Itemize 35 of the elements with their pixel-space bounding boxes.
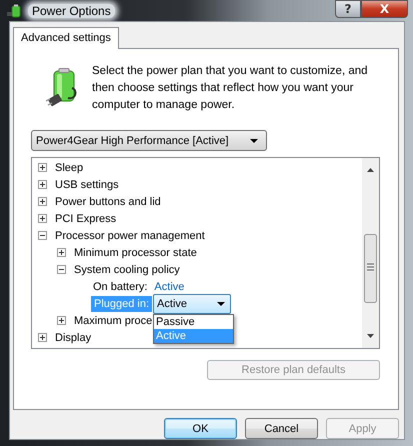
setting-dropdown[interactable]: Active [153, 294, 232, 314]
help-button[interactable]: ? [335, 0, 361, 18]
setting-label: Plugged in: [91, 296, 152, 312]
instruction-text: Select the power plan that you want to customize, and then choose settings that reflect how you want your computer to manage power. [92, 64, 369, 113]
collapse-icon[interactable] [57, 265, 66, 274]
tree-item[interactable]: Minimum processor state [74, 246, 200, 260]
collapse-icon[interactable] [38, 231, 47, 240]
tree-item[interactable]: Sleep [55, 160, 86, 174]
scrollbar[interactable] [362, 158, 379, 348]
window-title: Power Options [28, 4, 115, 18]
setting-value-link[interactable]: Active [154, 280, 184, 292]
expand-icon[interactable] [57, 316, 66, 325]
close-button[interactable]: X [361, 0, 408, 18]
caret-icon [217, 302, 226, 306]
setting-label: On battery: [93, 280, 148, 294]
tree-item[interactable]: USB settings [55, 178, 122, 192]
expand-icon[interactable] [38, 180, 47, 189]
tree-item[interactable]: Processor power management [55, 228, 208, 242]
expand-icon[interactable] [57, 248, 66, 257]
expand-icon[interactable] [38, 163, 47, 172]
battery-plug-icon [6, 2, 22, 18]
tree-item[interactable]: System cooling policy [74, 262, 183, 276]
tree-item[interactable]: Power buttons and lid [55, 194, 164, 208]
caret-icon [250, 138, 258, 142]
tree-item[interactable]: Display [55, 330, 94, 344]
tree-item[interactable]: PCI Express [55, 212, 120, 226]
plan-dropdown[interactable]: Power4Gear High Performance [Active] [31, 130, 267, 151]
expand-icon[interactable] [38, 197, 47, 206]
dropdown-option[interactable]: Passive [154, 314, 234, 328]
dialog-button[interactable]: Cancel [245, 418, 318, 439]
expand-icon[interactable] [38, 333, 47, 342]
expand-icon[interactable] [38, 214, 47, 223]
tree-item[interactable]: Maximum proce [74, 314, 156, 328]
tab[interactable]: Advanced settings [13, 27, 119, 49]
dialog-button[interactable]: OK [164, 418, 237, 439]
